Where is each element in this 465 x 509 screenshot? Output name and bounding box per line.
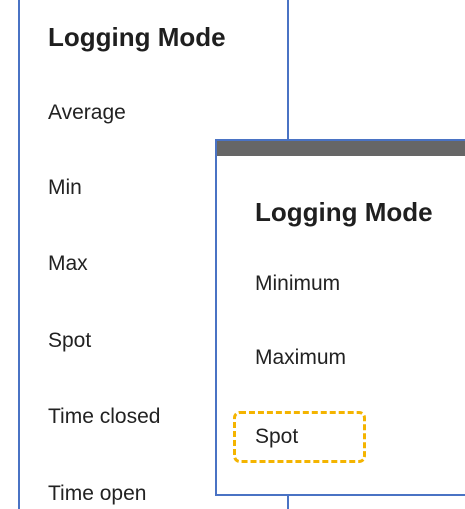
menu-item-average[interactable]: Average [48, 101, 126, 125]
panel-header-bar [217, 141, 465, 156]
menu-item-time-open[interactable]: Time open [48, 482, 146, 506]
menu-item-spot[interactable]: Spot [48, 329, 91, 353]
menu-item-maximum[interactable]: Maximum [255, 346, 346, 370]
panel-title: Logging Mode [48, 22, 226, 52]
menu-item-time-closed[interactable]: Time closed [48, 405, 160, 429]
spot-highlight-box [233, 411, 366, 463]
panel-title: Logging Mode [255, 197, 433, 227]
menu-item-min[interactable]: Min [48, 176, 82, 200]
menu-item-minimum[interactable]: Minimum [255, 272, 340, 296]
menu-item-max[interactable]: Max [48, 252, 88, 276]
logging-mode-panel-front: Logging Mode Minimum Maximum Spot [215, 139, 465, 496]
